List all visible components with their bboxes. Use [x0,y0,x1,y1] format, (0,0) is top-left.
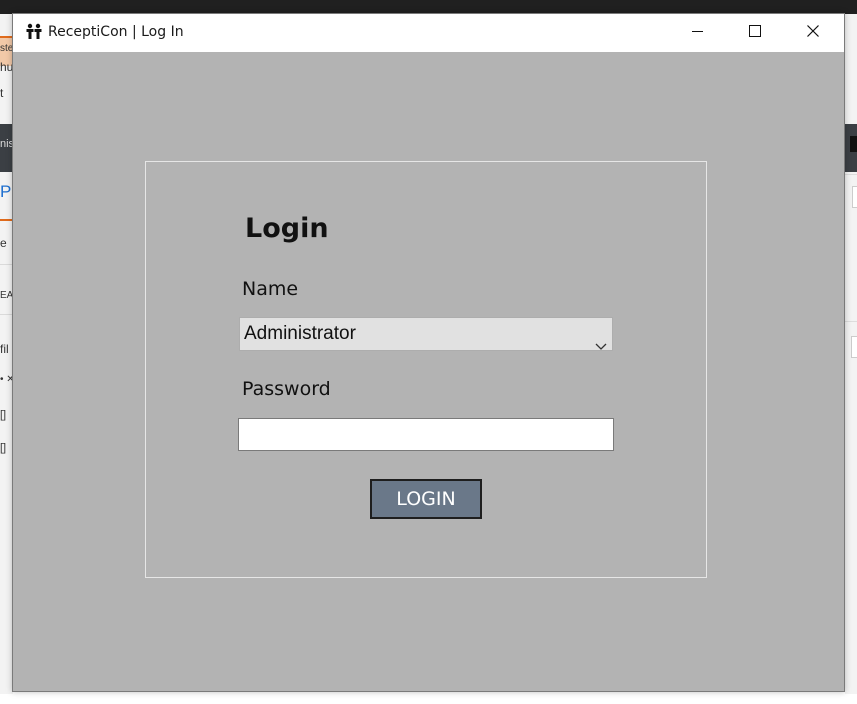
background-field [852,186,857,208]
password-label: Password [242,378,331,400]
background-text-fragment: e [0,236,7,250]
background-text-fragment: [] [0,409,7,421]
maximize-button[interactable] [732,14,778,52]
login-heading: Login [245,213,329,244]
people-icon [25,23,43,41]
background-block [850,136,857,152]
background-app-bottom [0,694,857,704]
background-text-fragment: fil [0,342,9,356]
login-panel: Login Name Administrator Password LOGIN [145,161,707,578]
name-select-value: Administrator [244,323,356,344]
login-window: ReceptiCon | Log In Login Name Administr… [12,13,845,692]
name-label: Name [242,278,299,300]
minimize-icon [691,24,703,42]
close-button[interactable] [790,14,836,52]
name-select[interactable]: Administrator [239,317,613,351]
close-icon [807,24,819,42]
background-field [851,336,857,358]
background-text-fragment: [] [0,442,7,454]
window-title: ReceptiCon | Log In [48,24,184,40]
dialog-content: Login Name Administrator Password LOGIN [13,52,844,691]
background-app-right-edge [845,14,857,694]
maximize-icon [749,24,761,42]
background-toolbar [845,124,857,172]
password-field[interactable] [238,418,614,451]
background-app-topbar [0,0,857,14]
background-text-fragment: t [0,86,4,100]
title-bar[interactable]: ReceptiCon | Log In [13,14,844,52]
minimize-button[interactable] [674,14,720,52]
chevron-down-icon [595,330,607,350]
background-divider [845,321,857,322]
login-button[interactable]: LOGIN [370,479,482,519]
background-divider [845,174,857,175]
